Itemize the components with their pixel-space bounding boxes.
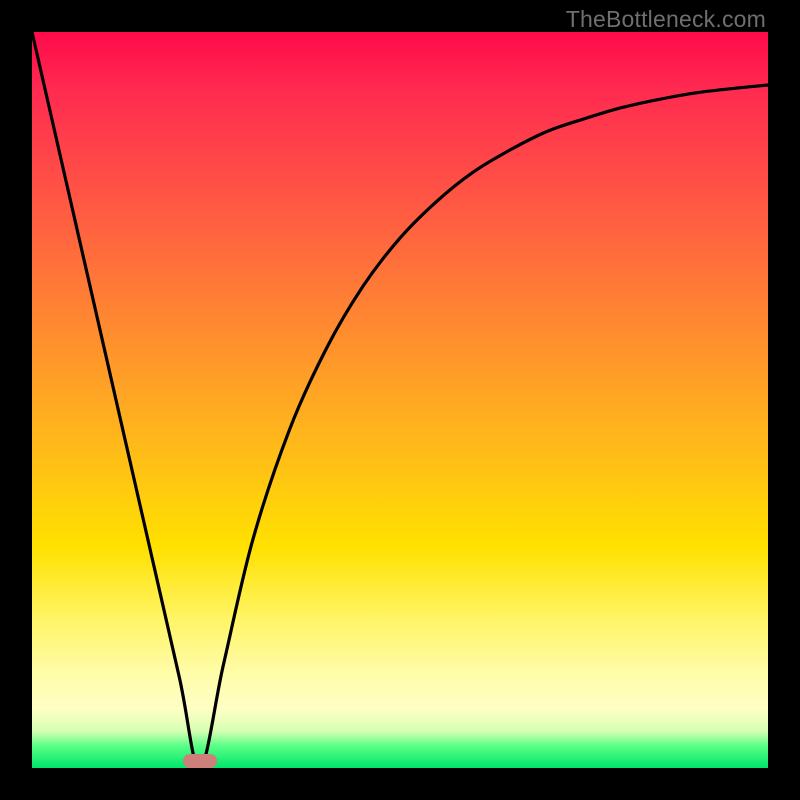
bottleneck-curve [32,32,768,768]
watermark-text: TheBottleneck.com [566,6,766,33]
plot-area [32,32,768,768]
optimum-marker [183,754,217,768]
chart-frame: TheBottleneck.com [0,0,800,800]
